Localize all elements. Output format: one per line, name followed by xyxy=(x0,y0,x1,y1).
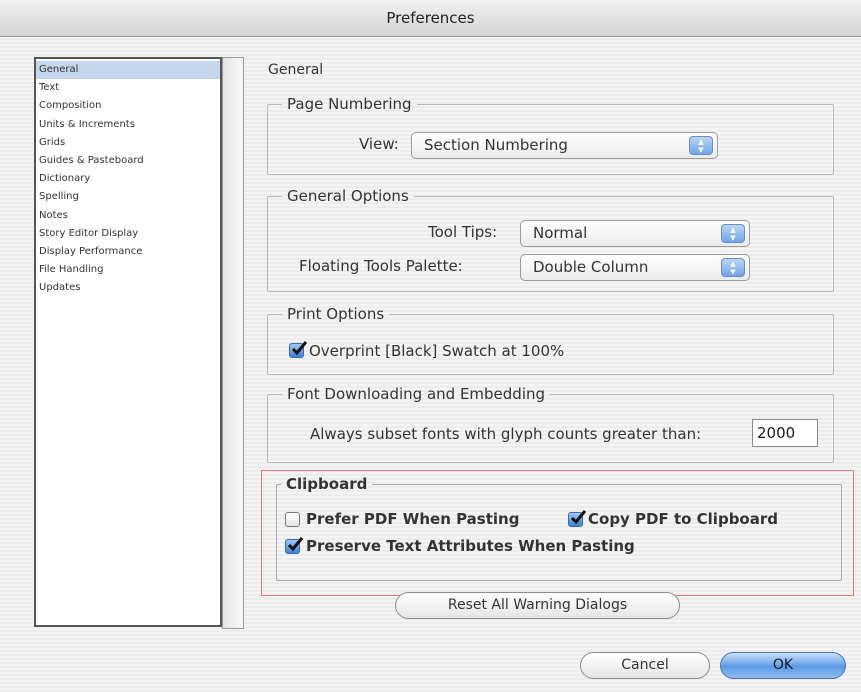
overprint-checkbox[interactable] xyxy=(289,341,307,358)
sidebar-scrollbar[interactable] xyxy=(222,57,244,629)
sidebar-item-general[interactable]: General xyxy=(36,61,220,80)
view-popup[interactable]: Section Numbering ▲ ▼ xyxy=(411,132,718,159)
preferences-category-list[interactable]: General Text Composition Units & Increme… xyxy=(34,57,222,627)
sidebar-item-guides-pasteboard[interactable]: Guides & Pasteboard xyxy=(36,152,220,170)
font-downloading-legend: Font Downloading and Embedding xyxy=(287,385,546,403)
cancel-button[interactable]: Cancel xyxy=(580,652,710,679)
sidebar-item-file-handling[interactable]: File Handling xyxy=(36,261,220,279)
floating-tools-label: Floating Tools Palette: xyxy=(299,257,463,275)
view-label: View: xyxy=(359,135,399,153)
checkmark-icon xyxy=(291,341,307,356)
sidebar-item-composition[interactable]: Composition xyxy=(36,97,220,115)
floating-tools-popup-value: Double Column xyxy=(533,258,649,276)
sidebar-item-display-performance[interactable]: Display Performance xyxy=(36,243,220,261)
popup-arrows-icon: ▲ ▼ xyxy=(721,224,745,243)
tooltips-popup-value: Normal xyxy=(533,224,588,242)
sidebar-item-grids[interactable]: Grids xyxy=(36,134,220,152)
subset-glyph-count-field[interactable]: 2000 xyxy=(752,419,818,447)
copy-pdf-checkbox[interactable] xyxy=(568,510,586,527)
preserve-text-label: Preserve Text Attributes When Pasting xyxy=(306,537,635,555)
popup-arrows-icon: ▲ ▼ xyxy=(721,258,745,277)
checkmark-icon xyxy=(570,510,586,525)
preserve-text-checkbox[interactable] xyxy=(285,537,303,554)
tooltips-popup[interactable]: Normal ▲ ▼ xyxy=(520,220,750,247)
font-downloading-group: Font Downloading and Embedding xyxy=(267,385,834,463)
prefer-pdf-label: Prefer PDF When Pasting xyxy=(306,510,520,528)
reset-warning-dialogs-button[interactable]: Reset All Warning Dialogs xyxy=(395,592,680,619)
floating-tools-popup[interactable]: Double Column ▲ ▼ xyxy=(520,254,750,281)
subset-fonts-label: Always subset fonts with glyph counts gr… xyxy=(310,425,702,443)
window-title: Preferences xyxy=(0,0,861,37)
overprint-label: Overprint [Black] Swatch at 100% xyxy=(309,342,565,360)
clipboard-legend: Clipboard xyxy=(286,475,368,493)
section-title: General xyxy=(268,62,324,78)
sidebar-item-notes[interactable]: Notes xyxy=(36,207,220,225)
sidebar-item-units-increments[interactable]: Units & Increments xyxy=(36,116,220,134)
sidebar-item-updates[interactable]: Updates xyxy=(36,279,220,297)
checkmark-icon xyxy=(287,537,303,552)
sidebar-item-spelling[interactable]: Spelling xyxy=(36,188,220,206)
tooltips-label: Tool Tips: xyxy=(428,223,498,241)
prefer-pdf-checkbox[interactable] xyxy=(285,512,300,527)
ok-button[interactable]: OK xyxy=(720,652,846,679)
page-numbering-legend: Page Numbering xyxy=(287,95,412,113)
print-options-legend: Print Options xyxy=(287,305,385,323)
clipboard-group: Clipboard xyxy=(276,475,842,581)
popup-arrows-icon: ▲ ▼ xyxy=(689,136,713,155)
view-popup-value: Section Numbering xyxy=(424,136,568,154)
sidebar-item-text[interactable]: Text xyxy=(36,79,220,97)
sidebar-item-story-editor-display[interactable]: Story Editor Display xyxy=(36,225,220,243)
copy-pdf-label: Copy PDF to Clipboard xyxy=(588,510,778,528)
print-options-group: Print Options xyxy=(267,305,834,375)
general-options-legend: General Options xyxy=(287,187,409,205)
sidebar-item-dictionary[interactable]: Dictionary xyxy=(36,170,220,188)
